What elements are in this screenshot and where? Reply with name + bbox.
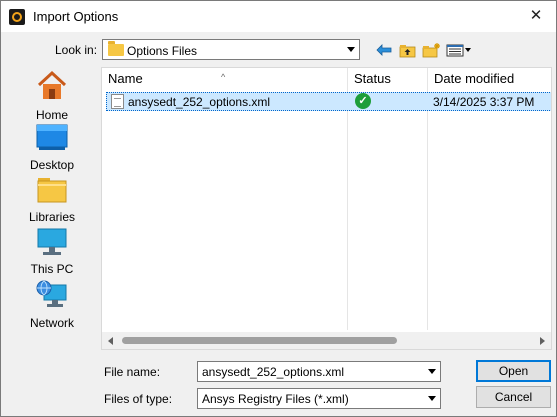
libraries-icon bbox=[37, 178, 67, 203]
open-button[interactable]: Open bbox=[476, 360, 551, 382]
check-circle-icon: ✓ bbox=[355, 93, 371, 109]
places-bar: Home Desktop Libraries This PC Network bbox=[9, 67, 95, 337]
view-menu-button[interactable] bbox=[445, 41, 473, 59]
scroll-left-icon[interactable] bbox=[102, 332, 119, 349]
place-network[interactable]: Network bbox=[9, 279, 95, 330]
back-button[interactable] bbox=[375, 41, 393, 59]
folder-icon bbox=[108, 41, 124, 56]
desktop-icon bbox=[36, 124, 68, 150]
place-label: Home bbox=[35, 108, 68, 122]
file-type-dropdown[interactable]: Ansys Registry Files (*.xml) bbox=[197, 388, 441, 409]
up-folder-icon bbox=[399, 44, 415, 57]
scroll-right-icon[interactable] bbox=[534, 332, 551, 349]
column-header-date[interactable]: Date modified bbox=[428, 68, 551, 90]
column-header-name[interactable]: Name ^ bbox=[102, 68, 348, 90]
file-name-cell: ansysedt_252_options.xml bbox=[128, 95, 271, 109]
xml-file-icon bbox=[111, 94, 124, 109]
place-libraries[interactable]: Libraries bbox=[9, 175, 95, 224]
place-label: Desktop bbox=[29, 158, 75, 172]
look-in-value: Options Files bbox=[127, 44, 198, 58]
up-folder-button[interactable] bbox=[398, 41, 416, 59]
chevron-down-icon[interactable] bbox=[343, 40, 359, 59]
look-in-dropdown[interactable]: Options Files bbox=[102, 39, 360, 60]
place-this-pc[interactable]: This PC bbox=[9, 227, 95, 276]
cancel-button[interactable]: Cancel bbox=[476, 386, 551, 408]
this-pc-icon bbox=[37, 228, 67, 255]
new-folder-button[interactable] bbox=[421, 41, 441, 59]
chevron-down-icon[interactable] bbox=[424, 362, 440, 381]
sort-ascending-icon: ^ bbox=[221, 72, 226, 82]
ansys-app-icon bbox=[9, 9, 25, 25]
file-name-label: File name: bbox=[104, 365, 161, 379]
title-bar: Import Options ✕ bbox=[1, 1, 556, 32]
file-name-value: ansysedt_252_options.xml bbox=[202, 365, 345, 379]
file-type-value: Ansys Registry Files (*.xml) bbox=[202, 392, 349, 406]
back-arrow-icon bbox=[376, 44, 392, 56]
horizontal-scrollbar[interactable] bbox=[102, 332, 551, 349]
look-in-label: Look in: bbox=[55, 43, 98, 57]
column-name-label: Name bbox=[108, 71, 143, 86]
file-date-cell: 3/14/2025 3:37 PM bbox=[433, 95, 535, 109]
scrollbar-thumb[interactable] bbox=[122, 337, 397, 344]
dialog-title: Import Options bbox=[33, 9, 119, 24]
chevron-down-icon[interactable] bbox=[424, 389, 440, 408]
place-label: This PC bbox=[30, 262, 74, 276]
import-options-dialog: Import Options ✕ Look in: Options Files bbox=[0, 0, 557, 417]
file-name-input[interactable]: ansysedt_252_options.xml bbox=[197, 361, 441, 382]
column-header-status[interactable]: Status bbox=[348, 68, 428, 90]
place-desktop[interactable]: Desktop bbox=[9, 123, 95, 172]
new-folder-icon bbox=[422, 43, 440, 58]
place-label: Network bbox=[29, 316, 74, 330]
file-list[interactable]: Name ^ Status Date modified ansysedt_252… bbox=[101, 67, 552, 350]
place-label: Libraries bbox=[28, 210, 76, 224]
close-button[interactable]: ✕ bbox=[524, 5, 548, 27]
view-menu-icon bbox=[446, 44, 471, 56]
file-row[interactable]: ansysedt_252_options.xml ✓ 3/14/2025 3:3… bbox=[106, 92, 551, 111]
file-type-label: Files of type: bbox=[104, 392, 173, 406]
home-icon bbox=[37, 70, 67, 99]
network-icon bbox=[36, 280, 67, 307]
place-home[interactable]: Home bbox=[9, 69, 95, 122]
